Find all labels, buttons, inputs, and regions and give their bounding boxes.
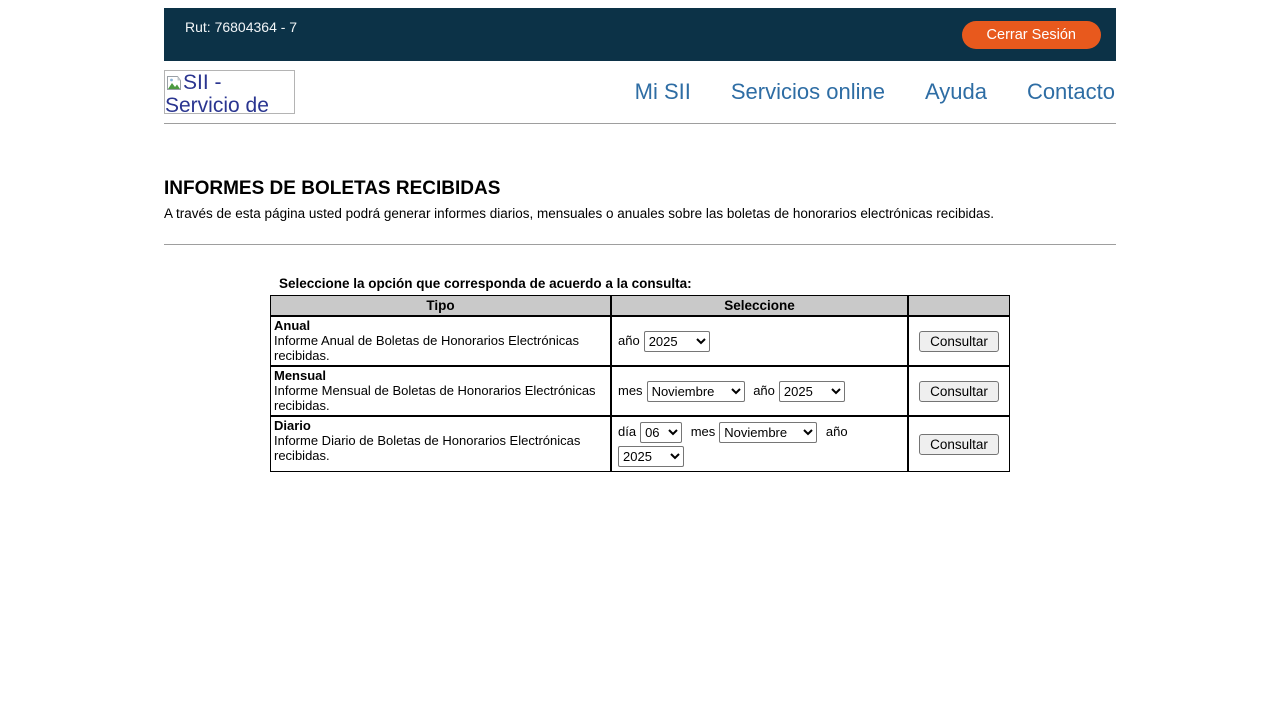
row-desc-diario: Informe Diario de Boletas de Honorarios … <box>274 433 607 463</box>
table-row-diario: Diario Informe Diario de Boletas de Hono… <box>270 416 1010 472</box>
nav-item-contacto[interactable]: Contacto <box>1027 79 1115 105</box>
report-table: Tipo Seleccione Anual Informe Anual de B… <box>270 295 1010 472</box>
section-divider <box>164 244 1116 245</box>
diario-day-select[interactable]: 06 <box>640 422 682 443</box>
row-type-mensual: Mensual <box>274 368 607 383</box>
diario-month-select[interactable]: Noviembre <box>719 422 817 443</box>
page-title: INFORMES DE BOLETAS RECIBIDAS <box>164 178 1116 200</box>
nav-item-mi-sii[interactable]: Mi SII <box>635 79 691 105</box>
header-seleccione: Seleccione <box>611 295 908 316</box>
rut-label: Rut: 76804364 - 7 <box>185 19 297 35</box>
page-description: A través de esta página usted podrá gene… <box>164 206 1116 221</box>
anual-year-label: año <box>618 333 640 348</box>
consultar-button-mensual[interactable]: Consultar <box>919 381 999 402</box>
mensual-year-select[interactable]: 2025 <box>779 381 845 402</box>
sii-logo-broken-image[interactable]: SII - Servicio de <box>164 70 295 114</box>
diario-year-select[interactable]: 2025 <box>618 446 684 467</box>
page-container: Rut: 76804364 - 7 Cerrar Sesión SII - Se… <box>164 8 1116 472</box>
broken-image-icon <box>166 75 182 91</box>
mensual-year-label: año <box>753 383 775 398</box>
anual-year-select[interactable]: 2025 <box>644 331 710 352</box>
main-nav: Mi SII Servicios online Ayuda Contacto <box>635 79 1116 105</box>
mensual-month-label: mes <box>618 383 643 398</box>
header-accion <box>908 295 1010 316</box>
diario-day-label: día <box>618 424 636 439</box>
diario-year-label: año <box>826 424 848 439</box>
topbar: Rut: 76804364 - 7 Cerrar Sesión <box>164 8 1116 61</box>
table-caption: Seleccione la opción que corresponda de … <box>270 276 1010 291</box>
mensual-month-select[interactable]: Noviembre <box>647 381 745 402</box>
diario-month-label: mes <box>691 424 716 439</box>
row-type-anual: Anual <box>274 318 607 333</box>
report-table-section: Seleccione la opción que corresponda de … <box>270 276 1010 472</box>
table-row-mensual: Mensual Informe Mensual de Boletas de Ho… <box>270 366 1010 416</box>
site-header: SII - Servicio de Mi SII Servicios onlin… <box>164 61 1116 124</box>
table-row-anual: Anual Informe Anual de Boletas de Honora… <box>270 316 1010 366</box>
row-desc-mensual: Informe Mensual de Boletas de Honorarios… <box>274 383 607 413</box>
header-tipo: Tipo <box>270 295 611 316</box>
nav-item-ayuda[interactable]: Ayuda <box>925 79 987 105</box>
row-desc-anual: Informe Anual de Boletas de Honorarios E… <box>274 333 607 363</box>
logout-button[interactable]: Cerrar Sesión <box>962 21 1101 49</box>
table-header-row: Tipo Seleccione <box>270 295 1010 316</box>
nav-item-servicios-online[interactable]: Servicios online <box>731 79 885 105</box>
consultar-button-anual[interactable]: Consultar <box>919 331 999 352</box>
consultar-button-diario[interactable]: Consultar <box>919 434 999 455</box>
row-type-diario: Diario <box>274 418 607 433</box>
